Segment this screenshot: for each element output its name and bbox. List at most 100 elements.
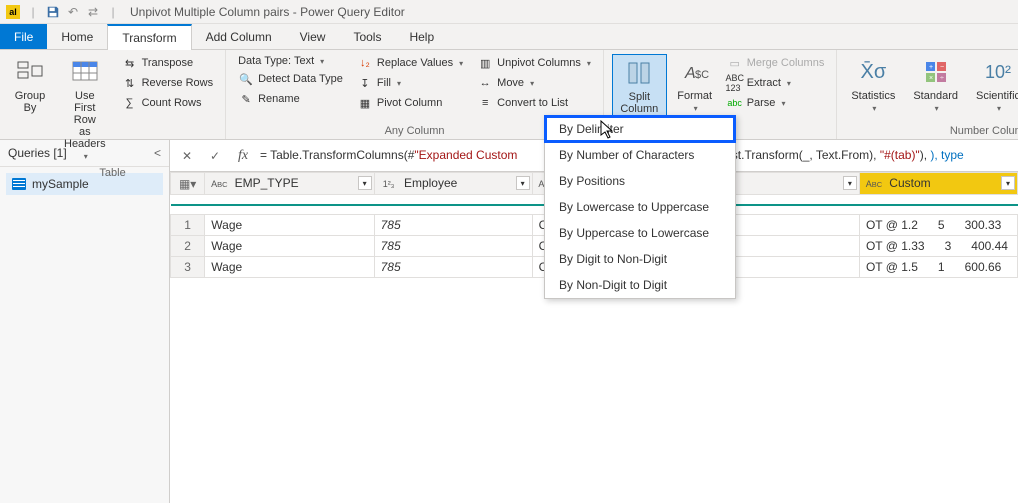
col-employee[interactable]: 1²₃ Employee ▾ <box>374 173 532 195</box>
tab-transform[interactable]: Transform <box>107 24 191 50</box>
text-type-icon: ABC <box>211 177 227 191</box>
col-filter-icon[interactable]: ▾ <box>843 176 857 190</box>
cell-emp-type[interactable]: Wage <box>205 236 374 257</box>
col-emp-type[interactable]: ABC EMP_TYPE ▾ <box>205 173 374 195</box>
queries-pane: Queries [1] < mySample <box>0 140 170 503</box>
menu-by-positions[interactable]: By Positions <box>545 168 735 194</box>
tab-help[interactable]: Help <box>395 24 448 49</box>
app-icon: al <box>4 3 22 21</box>
detect-type-button[interactable]: 🔍Detect Data Type <box>234 70 347 88</box>
reverse-icon: ⇅ <box>122 75 138 91</box>
pivot-button[interactable]: ▦Pivot Column <box>353 94 467 112</box>
extract-icon: ABC123 <box>727 75 743 91</box>
fill-button[interactable]: ↧Fill▾ <box>353 74 467 92</box>
query-item-label: mySample <box>32 177 89 191</box>
qat-separator: | <box>24 3 42 21</box>
parse-button[interactable]: abcParse▾ <box>723 94 829 112</box>
row-index: 1 <box>171 215 205 236</box>
tab-add-column[interactable]: Add Column <box>192 24 286 49</box>
rename-button[interactable]: ✎Rename <box>234 90 347 108</box>
title-bar: al | ↶ ⇄ | Unpivot Multiple Column pairs… <box>0 0 1018 24</box>
cell-employee[interactable]: 785 <box>374 236 532 257</box>
table-corner[interactable]: ▦▾ <box>171 173 205 195</box>
standard-button[interactable]: +−× ÷ Standard▾ <box>907 54 964 123</box>
cell-custom[interactable]: OT @ 1.333400.44 <box>859 236 1017 257</box>
svg-text:$C: $C <box>695 69 709 81</box>
transpose-button[interactable]: ⇆Transpose <box>118 54 218 72</box>
cell-emp-type[interactable]: Wage <box>205 215 374 236</box>
pivot-icon: ▦ <box>357 95 373 111</box>
ribbon-tabs: File Home Transform Add Column View Tool… <box>0 24 1018 50</box>
cell-custom[interactable]: OT @ 1.51600.66 <box>859 257 1017 278</box>
ribbon-group-table: Group By Use First Row as Headers ▾ ⇆Tra… <box>0 50 226 139</box>
move-button[interactable]: ↔Move▾ <box>473 74 595 92</box>
replace-values-button[interactable]: ↓₂Replace Values▾ <box>353 54 467 72</box>
svg-text:÷: ÷ <box>940 75 944 82</box>
detect-icon: 🔍 <box>238 71 254 87</box>
count-icon: ∑ <box>122 95 138 111</box>
table-icon <box>12 178 26 190</box>
tab-home[interactable]: Home <box>47 24 107 49</box>
tab-file[interactable]: File <box>0 24 47 49</box>
ribbon: Group By Use First Row as Headers ▾ ⇆Tra… <box>0 50 1018 140</box>
menu-upper-to-lower[interactable]: By Uppercase to Lowercase <box>545 220 735 246</box>
col-custom[interactable]: ABC Custom ▾ <box>859 173 1017 195</box>
menu-lower-to-upper[interactable]: By Lowercase to Uppercase <box>545 194 735 220</box>
split-column-menu: By Delimiter By Number of Characters By … <box>544 115 736 299</box>
number-column-group-label: Number Column <box>845 123 1018 137</box>
split-column-icon <box>623 57 655 89</box>
col-filter-icon[interactable]: ▾ <box>516 176 530 190</box>
merge-icon: ▭ <box>727 55 743 71</box>
transpose-icon: ⇆ <box>122 55 138 71</box>
convert-list-button[interactable]: ≡Convert to List <box>473 94 595 112</box>
svg-text:+: + <box>929 64 933 71</box>
tab-tools[interactable]: Tools <box>339 24 395 49</box>
headers-icon <box>69 56 101 88</box>
cell-employee[interactable]: 785 <box>374 257 532 278</box>
col-filter-icon[interactable]: ▾ <box>358 176 372 190</box>
window-title: Unpivot Multiple Column pairs - Power Qu… <box>130 5 405 19</box>
stats-icon: X̄σ <box>857 56 889 88</box>
row-index: 3 <box>171 257 205 278</box>
move-icon: ↔ <box>477 75 493 91</box>
cell-emp-type[interactable]: Wage <box>205 257 374 278</box>
standard-icon: +−× ÷ <box>920 56 952 88</box>
group-by-button[interactable]: Group By <box>8 54 52 165</box>
use-first-row-button[interactable]: Use First Row as Headers ▾ <box>58 54 112 165</box>
save-icon[interactable] <box>44 3 62 21</box>
fill-icon: ↧ <box>357 75 373 91</box>
menu-digit-to-non[interactable]: By Digit to Non-Digit <box>545 246 735 272</box>
list-icon: ≡ <box>477 95 493 111</box>
reverse-rows-button[interactable]: ⇅Reverse Rows <box>118 74 218 92</box>
group-by-label: Group By <box>15 90 46 114</box>
use-first-row-label: Use First Row as Headers ▾ <box>64 90 106 163</box>
scientific-icon: 10² <box>982 56 1014 88</box>
cell-custom[interactable]: OT @ 1.25300.33 <box>859 215 1017 236</box>
col-filter-icon[interactable]: ▾ <box>1001 176 1015 190</box>
redo-icon[interactable]: ⇄ <box>84 3 102 21</box>
data-type-button[interactable]: Data Type: Text▾ <box>234 54 347 68</box>
ribbon-group-number-column: X̄σ Statistics▾ +−× ÷ Standard▾ 10² Scien… <box>837 50 1018 139</box>
cell-employee[interactable]: 785 <box>374 215 532 236</box>
row-index: 2 <box>171 236 205 257</box>
extract-button[interactable]: ABC123Extract▾ <box>723 74 829 92</box>
statistics-button[interactable]: X̄σ Statistics▾ <box>845 54 901 123</box>
standard-label: Standard▾ <box>913 90 958 115</box>
format-label: Format▾ <box>677 90 712 115</box>
menu-by-number-of-characters[interactable]: By Number of Characters <box>545 142 735 168</box>
svg-text:×: × <box>929 75 933 82</box>
menu-by-delimiter[interactable]: By Delimiter <box>545 116 735 142</box>
tab-view[interactable]: View <box>286 24 340 49</box>
menu-non-to-digit[interactable]: By Non-Digit to Digit <box>545 272 735 298</box>
unpivot-button[interactable]: ▥Unpivot Columns▾ <box>473 54 595 72</box>
undo-icon[interactable]: ↶ <box>64 3 82 21</box>
svg-text:−: − <box>940 64 944 71</box>
fx-icon[interactable]: fx <box>232 145 254 167</box>
count-rows-button[interactable]: ∑Count Rows <box>118 94 218 112</box>
format-icon: A$C <box>679 56 711 88</box>
svg-text:A: A <box>684 65 696 82</box>
group-by-icon <box>14 56 46 88</box>
scientific-button[interactable]: 10² Scientific▾ <box>970 54 1018 123</box>
merge-columns-button[interactable]: ▭Merge Columns <box>723 54 829 72</box>
replace-icon: ↓₂ <box>357 55 373 71</box>
